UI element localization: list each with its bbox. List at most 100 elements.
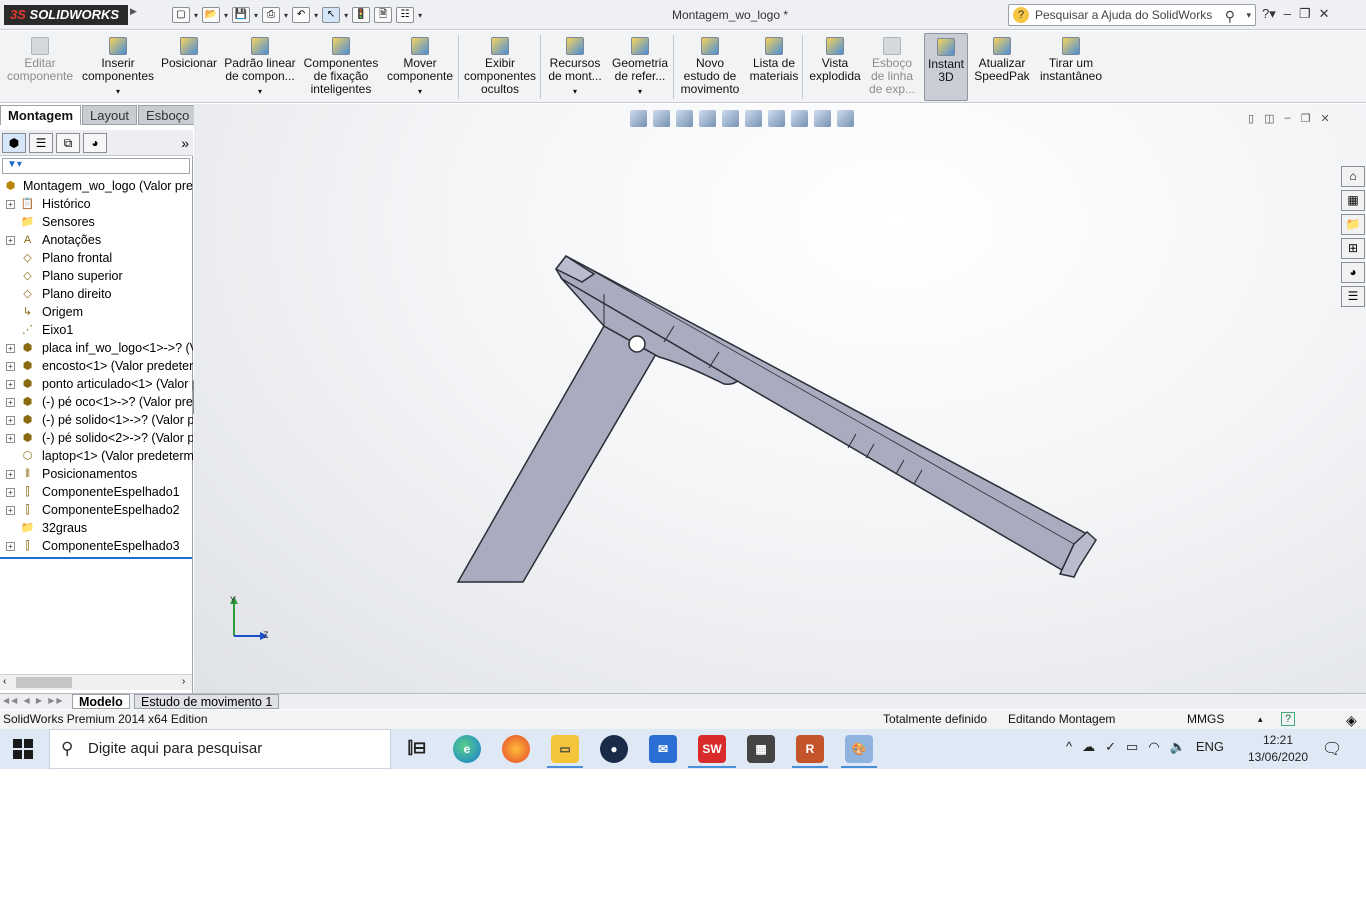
mail-icon[interactable]: ✉ (649, 735, 677, 763)
expand-icon[interactable]: + (6, 362, 15, 371)
chevron-up-icon[interactable]: ▴ (1258, 710, 1263, 729)
previous-view-icon[interactable] (676, 110, 693, 127)
editar-componente-button[interactable]: Editar componente (5, 33, 75, 101)
minimize-icon[interactable]: – (1284, 112, 1290, 125)
language-indicator[interactable]: ENG (1196, 739, 1224, 755)
file-properties-icon[interactable]: 🗎 (374, 7, 393, 23)
recursos-montagem-button[interactable]: Recursos de mont... ▾ (544, 33, 606, 101)
undo-icon[interactable]: ↶ (292, 7, 311, 23)
search-icon[interactable]: ⚲ (1225, 6, 1235, 26)
solidworks-resources-icon[interactable]: ⌂ (1341, 166, 1365, 187)
tab-esboço[interactable]: Esboço (138, 105, 198, 125)
chevron-down-icon[interactable]: ▾ (284, 11, 288, 20)
chevron-down-icon[interactable]: ▾ (222, 85, 298, 98)
scrollbar-thumb[interactable] (16, 677, 72, 688)
tree-item[interactable]: 📁 32graus (0, 519, 193, 537)
help-icon[interactable]: ?▾ (1262, 6, 1276, 22)
vista-explodida-button[interactable]: Vista explodida (806, 33, 864, 101)
print-icon[interactable]: ⎙ (262, 7, 281, 23)
bottom-tab-estudo-movimento[interactable]: Estudo de movimento 1 (134, 694, 280, 709)
lista-materiais-button[interactable]: Lista de materiais (746, 33, 802, 101)
mover-componente-button[interactable]: Mover componente ▾ (384, 33, 456, 101)
esboco-linha-button[interactable]: Esboço de linha de exp... (866, 33, 918, 101)
custom-properties-icon[interactable]: ☰ (1341, 286, 1365, 307)
expand-icon[interactable]: + (6, 200, 15, 209)
help-search-input[interactable]: ? Pesquisar a Ajuda do SolidWorks ⚲ ▾ (1008, 4, 1256, 26)
tree-item[interactable]: ⬡ laptop<1> (Valor predeterm (0, 447, 193, 465)
minimize-icon[interactable]: – (1284, 6, 1291, 22)
edge-browser-icon[interactable]: e (453, 735, 481, 763)
tree-item[interactable]: + ⫿ ComponenteEspelhado3 (0, 537, 193, 555)
tree-item[interactable]: + ⬢ placa inf_wo_logo<1>->? (V (0, 339, 193, 357)
geometria-referencia-button[interactable]: Geometria de refer... ▾ (607, 33, 673, 101)
chevron-down-icon[interactable]: ▾ (194, 11, 198, 20)
expand-icon[interactable]: + (6, 542, 15, 551)
chevron-down-icon[interactable]: ▾ (224, 11, 228, 20)
new-document-icon[interactable]: ▢ (172, 7, 190, 23)
help-icon[interactable]: ? (1281, 712, 1295, 726)
inserir-componentes-button[interactable]: Inserir componentes ▾ (78, 33, 158, 101)
expand-icon[interactable]: + (6, 416, 15, 425)
onedrive-icon[interactable]: ☁ (1082, 739, 1095, 755)
notification-center-icon[interactable]: 🗨 (1322, 739, 1342, 759)
instant-3d-button[interactable]: Instant 3D (924, 33, 968, 101)
options-icon[interactable]: ☷ (396, 7, 415, 23)
design-library-icon[interactable]: ▦ (1341, 190, 1365, 211)
expand-icon[interactable]: + (6, 434, 15, 443)
revit-icon[interactable]: R (796, 735, 824, 763)
tab-nav-arrows-icon[interactable]: ◀◀ ◀ ▶ ▶▶ (3, 696, 65, 705)
close-icon[interactable]: ✕ (1320, 112, 1329, 125)
split-view-2-icon[interactable]: ◫ (1264, 112, 1274, 125)
task-view-icon[interactable]: ⫿⊟ (403, 735, 431, 763)
display-style-icon[interactable] (745, 110, 762, 127)
file-explorer-icon[interactable]: 📁 (1341, 214, 1365, 235)
zoom-to-area-icon[interactable] (653, 110, 670, 127)
chevron-down-icon[interactable]: ▾ (544, 85, 606, 98)
tree-item[interactable]: + 📋 Histórico (0, 195, 193, 213)
tree-item[interactable]: + ⫴ Posicionamentos (0, 465, 193, 483)
tree-item[interactable]: + ⬢ (-) pé solido<1>->? (Valor p (0, 411, 193, 429)
tree-item[interactable]: ◇ Plano superior (0, 267, 193, 285)
menu-arrow-icon[interactable]: ▶ (130, 6, 137, 17)
solidworks-taskbar-icon[interactable]: SW (698, 735, 726, 763)
tree-item[interactable]: + ⬢ (-) pé oco<1>->? (Valor prec (0, 393, 193, 411)
zoom-to-fit-icon[interactable] (630, 110, 647, 127)
rebuild-traffic-light-icon[interactable]: 🚦 (352, 7, 371, 23)
tree-horizontal-scrollbar[interactable]: ‹ › (0, 674, 192, 690)
select-cursor-icon[interactable]: ↖ (322, 7, 341, 23)
bottom-tab-modelo[interactable]: Modelo (72, 694, 130, 709)
section-view-icon[interactable] (699, 110, 716, 127)
tirar-instantaneo-button[interactable]: Tirar um instantâneo (1036, 33, 1106, 101)
expand-icon[interactable]: + (6, 470, 15, 479)
volume-icon[interactable]: 🔈 (1170, 739, 1186, 755)
taskbar-clock[interactable]: 12:21 13/06/2020 (1245, 732, 1311, 766)
exibir-componentes-button[interactable]: Exibir componentes ocultos (460, 33, 540, 101)
chevron-down-icon[interactable]: ▾ (607, 85, 673, 98)
split-view-icon[interactable]: ▯ (1248, 112, 1254, 125)
expand-icon[interactable]: + (6, 380, 15, 389)
view-settings-icon[interactable] (837, 110, 854, 127)
tab-layout[interactable]: Layout (82, 105, 138, 125)
file-explorer-icon[interactable]: ▭ (551, 735, 579, 763)
hide-show-items-icon[interactable] (768, 110, 785, 127)
wifi-icon[interactable]: ◠ (1148, 739, 1159, 755)
rollback-bar[interactable] (0, 557, 192, 559)
tree-filter-input[interactable]: ▼▾ (2, 158, 190, 174)
configuration-manager-icon[interactable]: ⧉ (56, 132, 80, 153)
taskbar-search-input[interactable]: ⚲ Digite aqui para pesquisar (49, 729, 391, 769)
tab-montagem[interactable]: Montagem (0, 105, 81, 125)
tree-item[interactable]: + ⬢ encosto<1> (Valor predeterm (0, 357, 193, 375)
rebuild-notification-icon[interactable]: ◈ (1346, 711, 1357, 730)
padrao-linear-button[interactable]: Padrão linear de compon... ▾ (222, 33, 298, 101)
feature-tree-icon[interactable]: ⬢ (2, 132, 26, 153)
paint-icon[interactable]: 🎨 (845, 735, 873, 763)
componentes-fixacao-button[interactable]: Componentes de fixação inteligentes (300, 33, 382, 101)
graphics-area[interactable]: Y Z (194, 104, 1366, 694)
expand-icon[interactable]: + (6, 488, 15, 497)
tree-item[interactable]: ⋰ Eixo1 (0, 321, 193, 339)
tree-item[interactable]: + A Anotações (0, 231, 193, 249)
scroll-right-icon[interactable]: › (182, 676, 185, 687)
posicionar-button[interactable]: Posicionar (158, 33, 220, 101)
appearances-icon[interactable]: ◕ (1341, 262, 1365, 283)
atualizar-speedpak-button[interactable]: Atualizar SpeedPak (973, 33, 1031, 101)
